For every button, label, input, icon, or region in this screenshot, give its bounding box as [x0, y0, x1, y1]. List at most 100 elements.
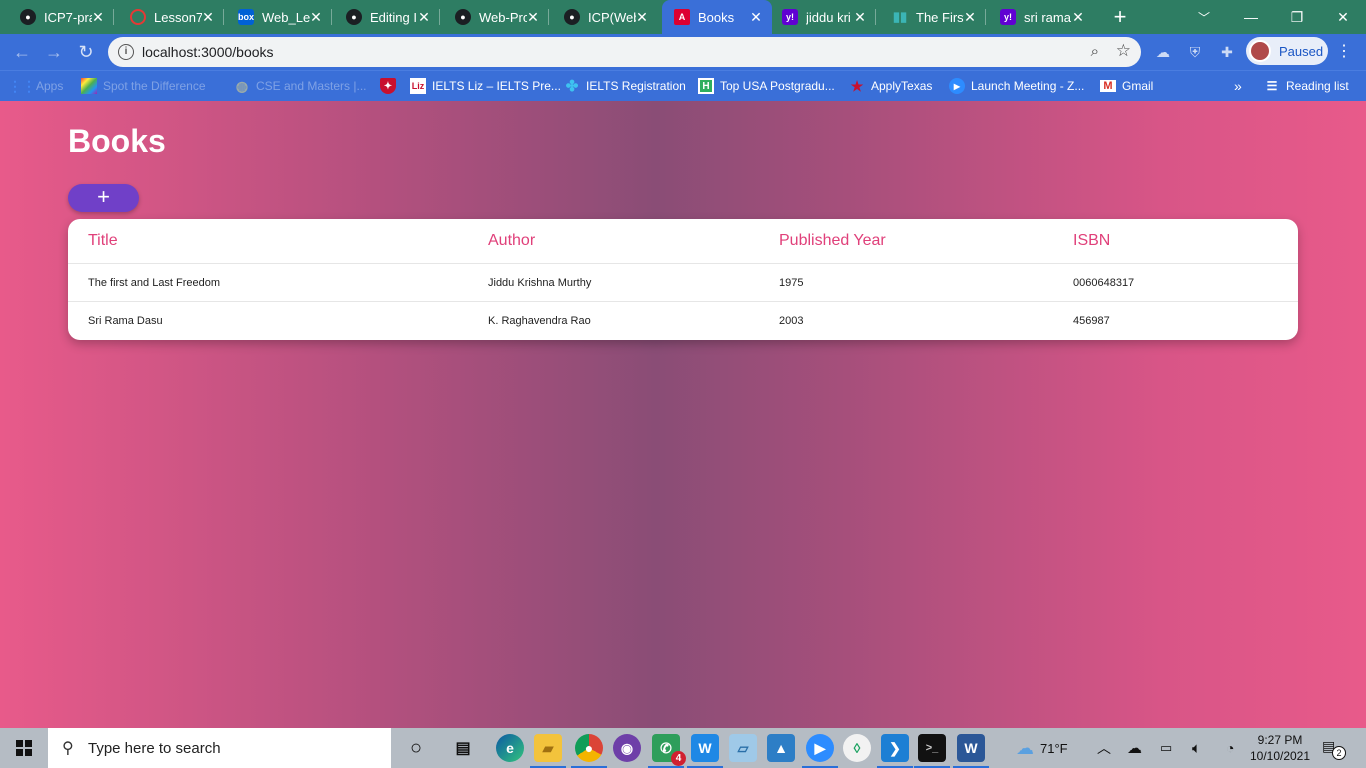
url-text[interactable]: localhost:3000/books — [142, 44, 274, 60]
zoom-icon: ▶ — [949, 78, 965, 94]
tab-lesson7[interactable]: Lesson7 ✕ — [110, 0, 224, 34]
close-icon[interactable]: ✕ — [416, 9, 432, 25]
ielts-icon: ✤ — [565, 78, 579, 95]
bookmark-ielts-liz[interactable]: Liz IELTS Liz – IELTS Pre... — [410, 76, 561, 96]
chrome-icon[interactable]: ● — [571, 734, 607, 768]
more-menu-icon[interactable]: ⋮ — [1336, 42, 1352, 62]
profile-button[interactable]: Paused — [1246, 37, 1328, 65]
weather-widget[interactable]: ☁ 71°F — [1016, 728, 1068, 768]
volume-icon[interactable]: 🔈︎ — [1192, 728, 1201, 768]
address-bar[interactable]: i localhost:3000/books ⌕ ☆ — [108, 37, 1141, 67]
cortana-icon[interactable]: ○ — [402, 734, 430, 762]
tab-icp7[interactable]: ● ICP7-pra ✕ — [0, 0, 114, 34]
photos-icon[interactable]: ▲ — [767, 734, 795, 762]
terminal-icon[interactable]: >_ — [914, 734, 950, 768]
system-clock[interactable]: 9:27 PM 10/10/2021 — [1246, 732, 1314, 764]
search-icon: ⚲ — [62, 740, 74, 757]
store-icon[interactable]: W — [687, 734, 723, 768]
tab-web-lesson[interactable]: box Web_Les ✕ — [218, 0, 332, 34]
bookmark-label: CSE and Masters |... — [256, 79, 367, 93]
tab-title: The First — [916, 9, 964, 25]
github-desktop-icon[interactable]: ◉ — [613, 734, 641, 762]
cell-title: The first and Last Freedom — [88, 277, 221, 289]
close-icon[interactable]: ✕ — [852, 9, 868, 25]
notification-count: 2 — [1332, 746, 1346, 760]
bookmark-apps[interactable]: ⋮⋮ Apps — [8, 76, 63, 96]
page-title: Books — [68, 123, 166, 159]
close-icon[interactable]: ✕ — [1070, 9, 1086, 25]
file-explorer-icon[interactable]: ▰ — [530, 734, 566, 768]
zoom-icon[interactable]: ⌕ — [1091, 43, 1099, 60]
bookmark-spot-difference[interactable]: Spot the Difference — [81, 76, 206, 96]
taskbar-search[interactable]: ⚲ Type here to search — [48, 728, 391, 768]
tab-books[interactable]: A Books ✕ — [662, 0, 772, 34]
tab-sri-rama[interactable]: y! sri rama ✕ — [980, 0, 1094, 34]
reading-list-label: Reading list — [1286, 79, 1349, 93]
minimize-button[interactable]: — — [1228, 0, 1274, 34]
taskbar: ⚲ Type here to search ○ ▤ e ▰ ● ◉ ✆ 4 W ▱… — [0, 728, 1366, 768]
close-icon[interactable]: ✕ — [308, 9, 324, 25]
table-row[interactable]: The first and Last Freedom Jiddu Krishna… — [68, 264, 1298, 302]
close-icon[interactable]: ✕ — [634, 9, 650, 25]
bookmark-applytexas[interactable]: ★ ApplyTexas — [849, 76, 933, 96]
edge-icon[interactable]: e — [496, 734, 524, 762]
wifi-icon[interactable]: ◔ — [1226, 728, 1234, 768]
start-button[interactable] — [0, 728, 48, 768]
tab-icp-web[interactable]: ● ICP(Web ✕ — [544, 0, 658, 34]
restore-button[interactable]: ❐ — [1274, 0, 1320, 34]
close-icon[interactable]: ✕ — [962, 9, 978, 25]
onedrive-icon[interactable]: ☁ — [1127, 728, 1142, 768]
github-icon: ● — [564, 9, 580, 25]
tab-search-icon[interactable]: ﹀ — [1190, 5, 1218, 29]
bookmark-shield-crest[interactable]: ✦ — [380, 76, 402, 96]
bookmark-zoom-meeting[interactable]: ▶ Launch Meeting - Z... — [949, 76, 1084, 96]
battery-icon[interactable]: ▭ — [1160, 728, 1172, 768]
site-info-icon[interactable]: i — [118, 44, 134, 60]
tab-jiddu[interactable]: y! jiddu kri ✕ — [762, 0, 876, 34]
cell-year: 1975 — [779, 277, 804, 289]
task-view-icon[interactable]: ▤ — [449, 734, 477, 762]
vscode-icon[interactable]: ❯ — [877, 734, 913, 768]
extensions-puzzle-icon[interactable]: ✚ — [1218, 43, 1236, 61]
cell-title: Sri Rama Dasu — [88, 315, 163, 327]
back-icon[interactable]: ← — [8, 38, 36, 66]
tab-title: ICP7-pra — [44, 9, 92, 25]
page-content: Books + Title Author Published Year ISBN… — [0, 101, 1366, 728]
tab-web-project[interactable]: ● Web-Pro ✕ — [435, 0, 549, 34]
bookmark-top-usa[interactable]: H Top USA Postgradu... — [698, 76, 835, 96]
more-bookmarks-button[interactable]: » — [1234, 76, 1242, 96]
action-center-icon[interactable]: ▤ 2 — [1322, 738, 1346, 760]
bookmark-label: Gmail — [1122, 79, 1154, 93]
zoom-app-icon[interactable]: ▶ — [802, 734, 838, 768]
whatsapp-icon[interactable]: ✆ 4 — [648, 734, 686, 768]
color-grid-icon — [81, 78, 97, 94]
column-header-published-year[interactable]: Published Year — [779, 232, 886, 250]
close-icon[interactable]: ✕ — [525, 9, 541, 25]
column-header-title[interactable]: Title — [88, 232, 118, 250]
word-icon[interactable]: W — [953, 734, 989, 768]
add-book-button[interactable]: + — [68, 184, 139, 212]
reading-list-button[interactable]: ☰ Reading list — [1264, 76, 1349, 96]
close-icon[interactable]: ✕ — [200, 9, 216, 25]
extension-shield-icon[interactable]: ⛨ — [1186, 43, 1204, 61]
cell-isbn: 456987 — [1073, 315, 1110, 327]
bookmark-star-icon[interactable]: ☆ — [1116, 41, 1131, 61]
new-tab-button[interactable]: + — [1106, 3, 1134, 31]
reload-icon[interactable]: ↻ — [72, 38, 100, 66]
bookmark-ielts-registration[interactable]: ✤ IELTS Registration — [564, 76, 686, 96]
mongodb-icon[interactable]: ◊ — [843, 734, 871, 762]
bookmark-cse-masters[interactable]: ◍ CSE and Masters |... — [234, 76, 367, 96]
close-window-button[interactable]: ✕ — [1320, 0, 1366, 34]
forward-icon[interactable]: → — [40, 38, 68, 66]
show-hidden-icons[interactable]: ︿ — [1097, 728, 1111, 768]
tab-the-first[interactable]: ▮▮ The First ✕ — [872, 0, 986, 34]
extension-cloud-icon[interactable]: ☁ — [1154, 43, 1172, 61]
table-row[interactable]: Sri Rama Dasu K. Raghavendra Rao 2003 45… — [68, 302, 1298, 340]
column-header-author[interactable]: Author — [488, 232, 535, 250]
close-icon[interactable]: ✕ — [90, 9, 106, 25]
tab-title: sri rama — [1024, 9, 1071, 25]
bookmark-gmail[interactable]: M Gmail — [1100, 76, 1153, 96]
column-header-isbn[interactable]: ISBN — [1073, 232, 1110, 250]
tab-editing[interactable]: ● Editing I ✕ — [326, 0, 440, 34]
notes-icon[interactable]: ▱ — [729, 734, 757, 762]
